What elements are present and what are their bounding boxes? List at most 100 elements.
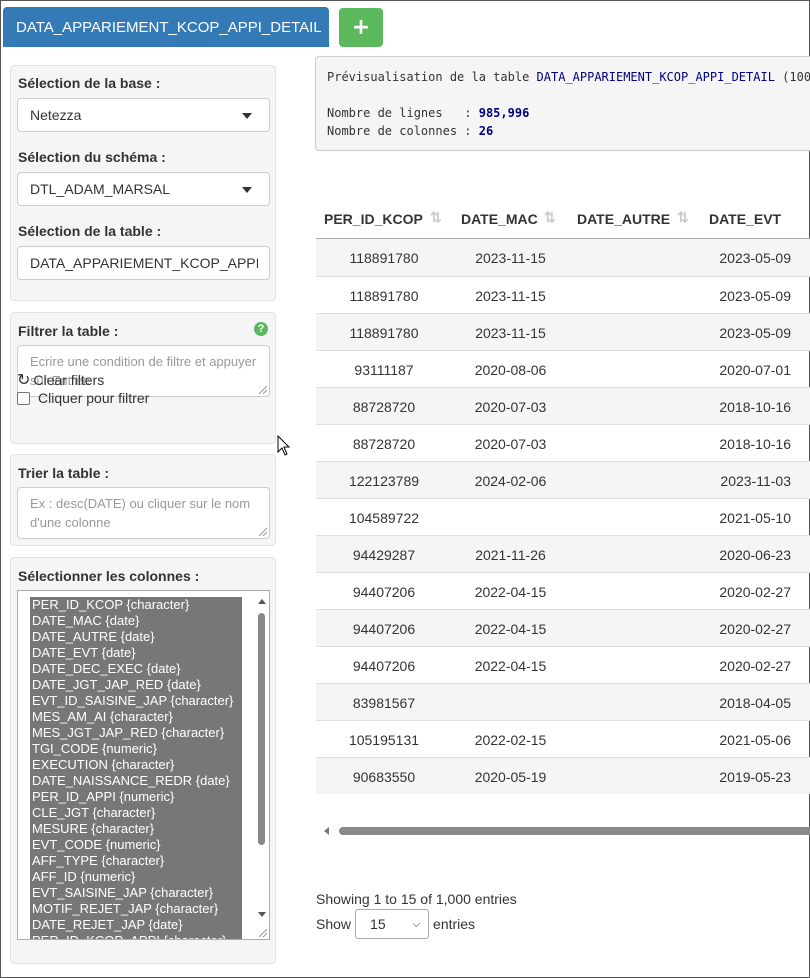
table-row[interactable]: 105195131 2022-02-15 2021-05-06 — [316, 720, 810, 757]
column-option[interactable]: EXECUTION {character} — [30, 757, 242, 773]
page-length-control: Show 15 ⌵ entries — [316, 909, 475, 939]
add-tab-button[interactable]: + — [339, 8, 383, 47]
table-cell: 2023-11-03 — [720, 473, 791, 489]
column-option[interactable]: AFF_TYPE {character} — [30, 853, 242, 869]
scroll-down-icon[interactable] — [258, 912, 266, 917]
clear-filters-link[interactable]: ↻ Clear filters — [17, 370, 104, 390]
schema-select[interactable]: DTL_ADAM_MARSAL — [17, 172, 270, 206]
table-row[interactable]: 118891780 2023-11-15 2023-05-09 — [316, 276, 810, 313]
column-header-date-evt[interactable]: DATE_EVT — [709, 211, 781, 227]
cols-count-value: 26 — [478, 124, 494, 138]
resize-grip-icon[interactable] — [259, 386, 267, 394]
columns-scrollbar[interactable] — [256, 595, 267, 921]
table-cell: 93111187 — [354, 362, 414, 378]
table-horizontal-scrollbar[interactable] — [316, 823, 810, 839]
table-row[interactable]: 88728720 2020-07-03 2018-10-16 — [316, 424, 810, 461]
table-cell: 2023-05-09 — [719, 325, 791, 341]
columns-multiselect[interactable]: PER_ID_KCOP {character} DATE_MAC {date} DA… — [17, 590, 270, 940]
table-row[interactable]: 93111187 2020-08-06 2020-07-01 — [316, 350, 810, 387]
table-cell: 2018-10-16 — [719, 436, 791, 452]
scroll-thumb[interactable] — [339, 827, 810, 835]
table-cell: 2020-06-23 — [719, 547, 791, 563]
rows-count-value: 985,996 — [478, 106, 530, 120]
scroll-up-icon[interactable] — [258, 599, 266, 604]
table-row[interactable]: 94407206 2022-04-15 2020-02-27 — [316, 572, 810, 609]
table-cell: 2023-05-09 — [719, 288, 791, 304]
scroll-thumb[interactable] — [258, 613, 265, 845]
resize-grip-icon[interactable] — [259, 528, 267, 536]
table-cell: 2021-11-26 — [475, 547, 546, 563]
base-select[interactable]: Netezza — [17, 98, 270, 132]
help-icon[interactable]: ? — [254, 322, 268, 336]
table-row[interactable]: 118891780 2023-11-15 2023-05-09 — [316, 239, 810, 276]
sort-icon[interactable]: ⇅ — [677, 209, 689, 226]
table-select[interactable]: DATA_APPARIEMENT_KCOP_APPI_DETAIL — [17, 246, 270, 280]
table-cell: 104589722 — [348, 510, 420, 526]
click-to-filter-label: Cliquer pour filtrer — [38, 390, 150, 406]
table-cell: 2021-05-06 — [719, 732, 791, 748]
resize-grip-icon[interactable] — [259, 929, 267, 937]
scroll-left-icon[interactable] — [324, 827, 329, 835]
column-option[interactable]: DATE_EVT {date} — [30, 645, 242, 661]
table-cell: 2020-02-27 — [719, 621, 791, 637]
table-cell: 94407206 — [352, 584, 416, 600]
table-cell: 2024-02-06 — [474, 473, 547, 489]
table-row[interactable]: 122123789 2024-02-06 2023-11-03 — [316, 461, 810, 498]
filter-label: Filtrer la table : — [18, 323, 119, 339]
filter-panel: Filtrer la table : ? Ecrire une conditio… — [10, 312, 276, 444]
column-option[interactable]: MES_AM_AI {character} — [30, 709, 242, 725]
column-header-date-mac[interactable]: DATE_MAC — [461, 211, 538, 227]
click-to-filter-checkbox[interactable] — [17, 391, 30, 405]
table-cell: 2023-11-15 — [475, 288, 546, 304]
cols-count-label: Nombre de colonnes : — [327, 124, 479, 138]
column-option[interactable]: EVT_ID_SAISINE_JAP {character} — [30, 693, 242, 709]
column-option[interactable]: TGI_CODE {numeric} — [30, 741, 242, 757]
column-option[interactable]: DATE_JGT_JAP_RED {date} — [30, 677, 242, 693]
column-option[interactable]: MOTIF_REJET_JAP {character} — [30, 901, 242, 917]
column-option[interactable]: EVT_SAISINE_JAP {character} — [30, 885, 242, 901]
column-option[interactable]: DATE_DEC_EXEC {date} — [30, 661, 242, 677]
table-cell: 2023-11-15 — [475, 325, 546, 341]
page-length-select[interactable]: 15 ⌵ — [355, 909, 430, 939]
table-cell: 105195131 — [348, 732, 420, 748]
table-row[interactable]: 94407206 2022-04-15 2020-02-27 — [316, 609, 810, 646]
column-option[interactable]: MESURE {character} — [30, 821, 242, 837]
table-row[interactable]: 83981567 2018-04-05 — [316, 683, 810, 720]
column-option[interactable]: MES_JGT_JAP_RED {character} — [30, 725, 242, 741]
preview-suffix: (1000 — [782, 70, 810, 84]
column-option[interactable]: AFF_ID {numeric} — [30, 869, 242, 885]
column-option[interactable]: DATE_MAC {date} — [30, 613, 242, 629]
sort-icon[interactable]: ⇅ — [544, 209, 556, 226]
column-header-date-autre[interactable]: DATE_AUTRE — [577, 211, 670, 227]
table-cell: 2020-02-27 — [719, 584, 791, 600]
table-body: 118891780 2023-11-15 2023-05-09 118891780 20… — [316, 239, 810, 794]
column-option[interactable]: PER_ID_KCOP_APPI {character} — [30, 933, 242, 939]
table-row[interactable]: 104589722 2021-05-10 — [316, 498, 810, 535]
preview-table-name: DATA_APPARIEMENT_KCOP_APPI_DETAIL — [536, 70, 775, 84]
sort-icon[interactable]: ⇅ — [430, 209, 442, 226]
table-row[interactable]: 94407206 2022-04-15 2020-02-27 — [316, 646, 810, 683]
column-option[interactable]: CLE_JGT {character} — [30, 805, 242, 821]
table-cell: 2020-08-06 — [474, 362, 547, 378]
column-option[interactable]: DATE_NAISSANCE_REDR {date} — [30, 773, 242, 789]
table-row[interactable]: 90683550 2020-05-19 2019-05-23 — [316, 757, 810, 794]
column-option[interactable]: EVT_CODE {numeric} — [30, 837, 242, 853]
sort-input[interactable]: Ex : desc(DATE) ou cliquer sur le nom d'… — [17, 487, 270, 539]
data-table: PER_ID_KCOP ⇅ DATE_MAC ⇅ DATE_AUTRE ⇅ DA… — [316, 200, 810, 794]
table-label: Sélection de la table : — [18, 223, 162, 239]
column-option[interactable]: DATE_AUTRE {date} — [30, 629, 242, 645]
column-option[interactable]: PER_ID_APPI {numeric} — [30, 789, 242, 805]
table-row[interactable]: 94429287 2021-11-26 2020-06-23 — [316, 535, 810, 572]
tab-data-appariement[interactable]: DATA_APPARIEMENT_KCOP_APPI_DETAIL ✖ — [3, 7, 340, 47]
click-to-filter-option[interactable]: Cliquer pour filtrer — [17, 390, 149, 406]
column-header-per-id-kcop[interactable]: PER_ID_KCOP — [324, 211, 423, 227]
show-label: Show — [316, 916, 352, 932]
page-length-value: 15 — [370, 916, 386, 932]
table-cell: 90683550 — [352, 769, 416, 785]
columns-panel: Sélectionner les colonnes : PER_ID_KCOP … — [10, 557, 276, 964]
table-row[interactable]: 118891780 2023-11-15 2023-05-09 — [316, 313, 810, 350]
entries-label: entries — [433, 916, 476, 932]
column-option[interactable]: DATE_REJET_JAP {date} — [30, 917, 242, 933]
table-row[interactable]: 88728720 2020-07-03 2018-10-16 — [316, 387, 810, 424]
column-option[interactable]: PER_ID_KCOP {character} — [30, 597, 242, 613]
